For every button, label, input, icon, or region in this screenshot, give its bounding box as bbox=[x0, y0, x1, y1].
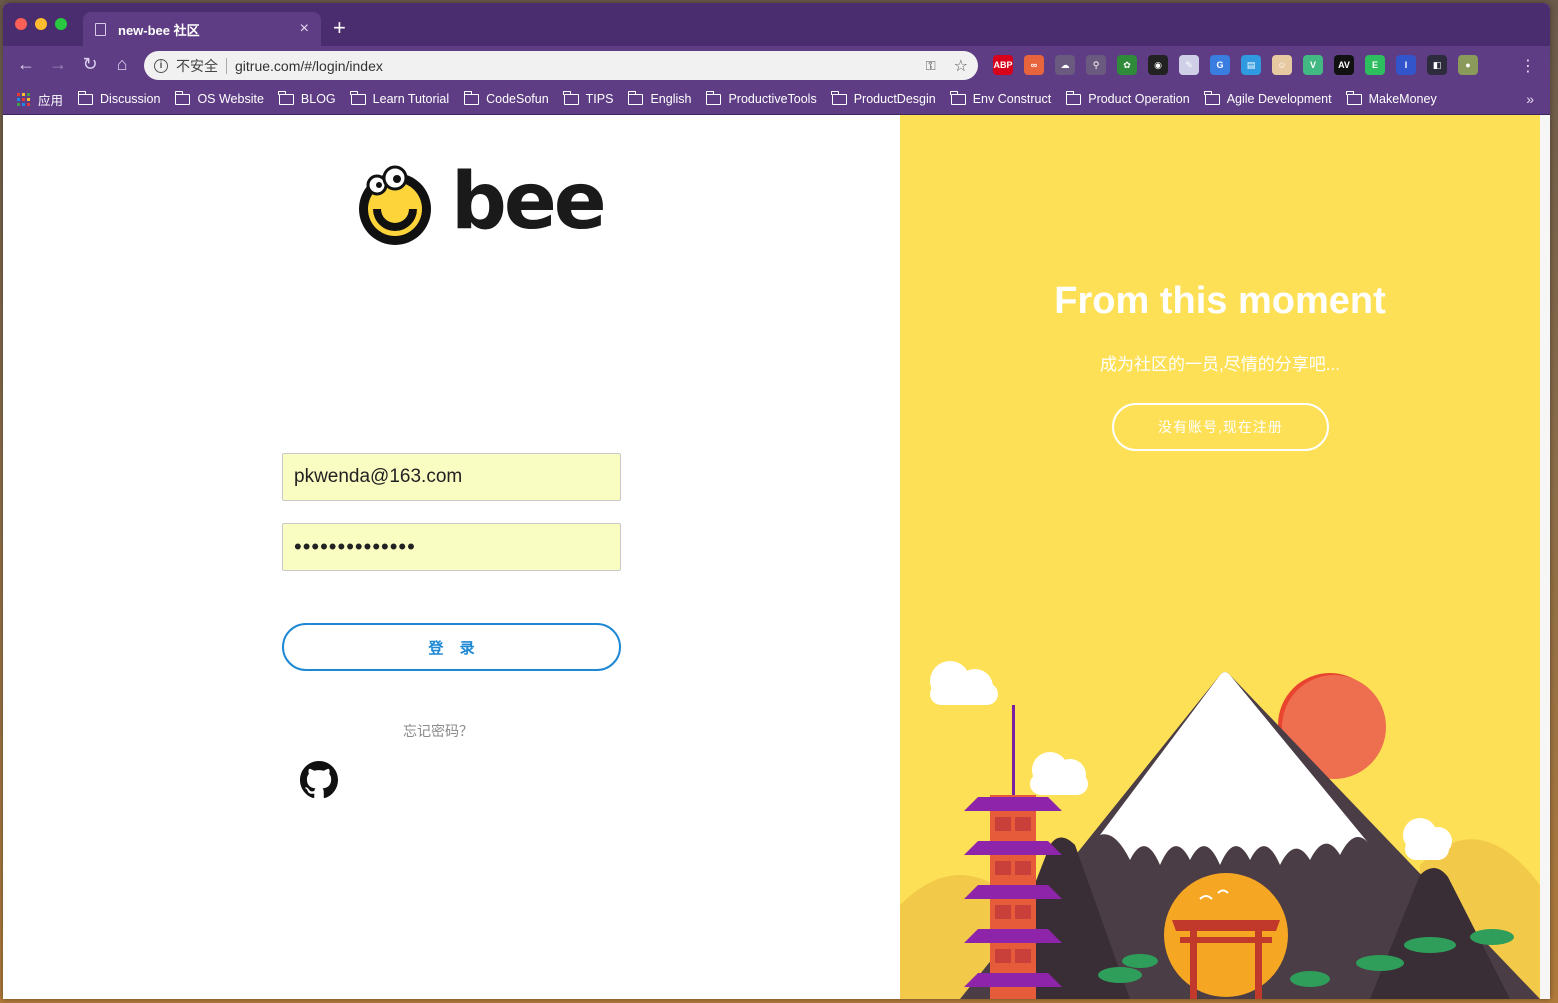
folder-icon bbox=[1346, 90, 1362, 105]
folder-icon bbox=[1065, 90, 1082, 105]
pin-ext-icon[interactable]: ⚲ bbox=[1086, 55, 1106, 75]
bookmark-label: Product Operation bbox=[1088, 92, 1190, 106]
folder-icon bbox=[705, 90, 722, 105]
security-label: 不安全 bbox=[176, 57, 218, 74]
evernote-ext-icon[interactable]: E bbox=[1365, 55, 1385, 75]
login-button[interactable]: 登 录 bbox=[282, 623, 621, 671]
apps-grid-icon bbox=[17, 92, 30, 106]
eye-ext-icon[interactable]: ◉ bbox=[1148, 55, 1168, 75]
translate-ext-icon[interactable]: G bbox=[1210, 55, 1230, 75]
bookmark-folder[interactable]: Agile Development bbox=[1204, 90, 1332, 106]
bookmark-folder[interactable]: English bbox=[627, 90, 692, 106]
new-tab-button[interactable]: + bbox=[333, 15, 346, 41]
divider bbox=[226, 57, 227, 74]
folder-icon bbox=[831, 90, 847, 105]
folder-icon bbox=[77, 90, 94, 105]
close-tab-icon[interactable]: × bbox=[300, 20, 309, 38]
bookmark-label: TIPS bbox=[585, 92, 614, 106]
bookmark-label: Env Construct bbox=[972, 92, 1052, 106]
browser-toolbar: ← → ↻ ⌂ i 不安全 gitrue.com/#/login/index ⚿… bbox=[3, 46, 1550, 84]
bookmark-folder[interactable]: OS Website bbox=[174, 90, 264, 106]
bookmark-label: BLOG bbox=[300, 92, 336, 106]
promo-title: From this moment bbox=[1054, 280, 1386, 322]
folder-icon bbox=[627, 90, 644, 105]
bookmark-folder[interactable]: TIPS bbox=[563, 90, 614, 106]
extensions-bar: ABP ∞ ☁ ⚲ ✿ ◉ ✎ G ▤ ☺ V AV E I ◧ ● bbox=[993, 55, 1478, 75]
bookmark-label: CodeSofun bbox=[486, 92, 549, 106]
bookmark-folder[interactable]: Env Construct bbox=[950, 90, 1052, 106]
home-button[interactable]: ⌂ bbox=[111, 54, 133, 75]
scrollbar-track[interactable] bbox=[1540, 115, 1550, 999]
key-icon[interactable]: ⚿ bbox=[926, 58, 936, 74]
doc-ext-icon[interactable]: ▤ bbox=[1241, 55, 1261, 75]
forgot-password-link[interactable]: 忘记密码？ bbox=[403, 721, 473, 741]
github-icon[interactable] bbox=[300, 761, 338, 799]
bookmark-folder[interactable]: Learn Tutorial bbox=[350, 90, 450, 106]
forward-button[interactable]: → bbox=[47, 54, 69, 75]
bookmark-label: MakeMoney bbox=[1368, 92, 1437, 106]
login-panel: bee pkwenda@163.com •••••••••••••• 登 录 忘… bbox=[3, 115, 900, 999]
folder-icon bbox=[950, 90, 966, 105]
bookmark-label: Discussion bbox=[100, 92, 161, 106]
folder-icon bbox=[1204, 90, 1220, 105]
folder-icon bbox=[463, 90, 480, 105]
bookmark-label: 应用 bbox=[38, 93, 64, 108]
dark-ext-icon[interactable]: ◧ bbox=[1427, 55, 1447, 75]
logo-wordmark: bee bbox=[451, 157, 607, 247]
infinity-icon[interactable]: ∞ bbox=[1024, 55, 1044, 75]
vue-ext-icon[interactable]: V bbox=[1303, 55, 1323, 75]
email-field[interactable]: pkwenda@163.com bbox=[282, 453, 621, 501]
register-button[interactable]: 没有账号,现在注册 bbox=[1112, 403, 1329, 451]
folder-icon bbox=[278, 90, 294, 105]
promo-panel: From this moment 成为社区的一员,尽情的分享吧... 没有账号,… bbox=[900, 115, 1540, 999]
browser-window: new-bee 社区 × + ← → ↻ ⌂ i 不安全 gitrue.com/… bbox=[3, 3, 1550, 999]
bee-logo-icon bbox=[359, 165, 431, 245]
bookmark-folder[interactable]: ProductDesgin bbox=[831, 90, 936, 106]
folder-icon bbox=[174, 90, 191, 105]
tab-strip: new-bee 社区 × + bbox=[3, 3, 1550, 46]
bookmark-folder[interactable]: BLOG bbox=[278, 90, 336, 106]
reload-button[interactable]: ↻ bbox=[79, 54, 101, 75]
maximize-window-button[interactable] bbox=[55, 18, 67, 30]
minimize-window-button[interactable] bbox=[35, 18, 47, 30]
bookmark-label: Agile Development bbox=[1226, 92, 1332, 106]
password-field[interactable]: •••••••••••••• bbox=[282, 523, 621, 571]
page-icon bbox=[95, 22, 106, 36]
promo-subtitle: 成为社区的一员,尽情的分享吧... bbox=[1100, 355, 1340, 374]
bookmark-label: ProductDesgin bbox=[853, 92, 936, 106]
bookmark-star-icon[interactable]: ☆ bbox=[954, 56, 968, 76]
abp-icon[interactable]: ABP bbox=[993, 55, 1013, 75]
address-bar[interactable]: i 不安全 gitrue.com/#/login/index ⚿ ☆ bbox=[144, 51, 978, 80]
folder-icon bbox=[350, 90, 366, 105]
bookmark-folder[interactable]: Discussion bbox=[77, 90, 161, 106]
bookmarks-overflow-icon[interactable]: » bbox=[1526, 91, 1534, 107]
bookmark-label: OS Website bbox=[197, 92, 264, 106]
url-text[interactable]: gitrue.com/#/login/index bbox=[235, 58, 926, 74]
tab-title: new-bee 社区 bbox=[118, 22, 200, 38]
note-ext-icon[interactable]: ✎ bbox=[1179, 55, 1199, 75]
face-ext-icon[interactable]: ☺ bbox=[1272, 55, 1292, 75]
bookmark-label: Learn Tutorial bbox=[372, 92, 450, 106]
page-content: bee pkwenda@163.com •••••••••••••• 登 录 忘… bbox=[3, 115, 1550, 999]
bookmark-apps[interactable]: 应用 bbox=[17, 90, 63, 109]
cloud-ext-icon[interactable]: ☁ bbox=[1055, 55, 1075, 75]
info-icon[interactable]: i bbox=[154, 58, 168, 73]
bookmark-label: ProductiveTools bbox=[728, 92, 817, 106]
close-window-button[interactable] bbox=[15, 18, 27, 30]
folder-icon bbox=[563, 90, 579, 105]
bookmark-folder[interactable]: ProductiveTools bbox=[705, 90, 817, 106]
bookmarks-bar: 应用 Discussion OS Website BLOG Learn Tutorial… bbox=[3, 84, 1550, 115]
bar-ext-icon[interactable]: I bbox=[1396, 55, 1416, 75]
back-button[interactable]: ← bbox=[15, 54, 37, 75]
av-ext-icon[interactable]: AV bbox=[1334, 55, 1354, 75]
mountain-illustration bbox=[900, 661, 1540, 999]
browser-menu-icon[interactable]: ⋮ bbox=[1520, 56, 1536, 76]
bookmark-label: English bbox=[650, 92, 692, 106]
bookmark-folder[interactable]: MakeMoney bbox=[1346, 90, 1437, 106]
frog-ext-icon[interactable]: ✿ bbox=[1117, 55, 1137, 75]
bookmark-folder[interactable]: CodeSofun bbox=[463, 90, 549, 106]
browser-tab[interactable]: new-bee 社区 × bbox=[83, 12, 321, 46]
profile-avatar-icon[interactable]: ● bbox=[1458, 55, 1478, 75]
bookmark-folder[interactable]: Product Operation bbox=[1065, 90, 1190, 106]
